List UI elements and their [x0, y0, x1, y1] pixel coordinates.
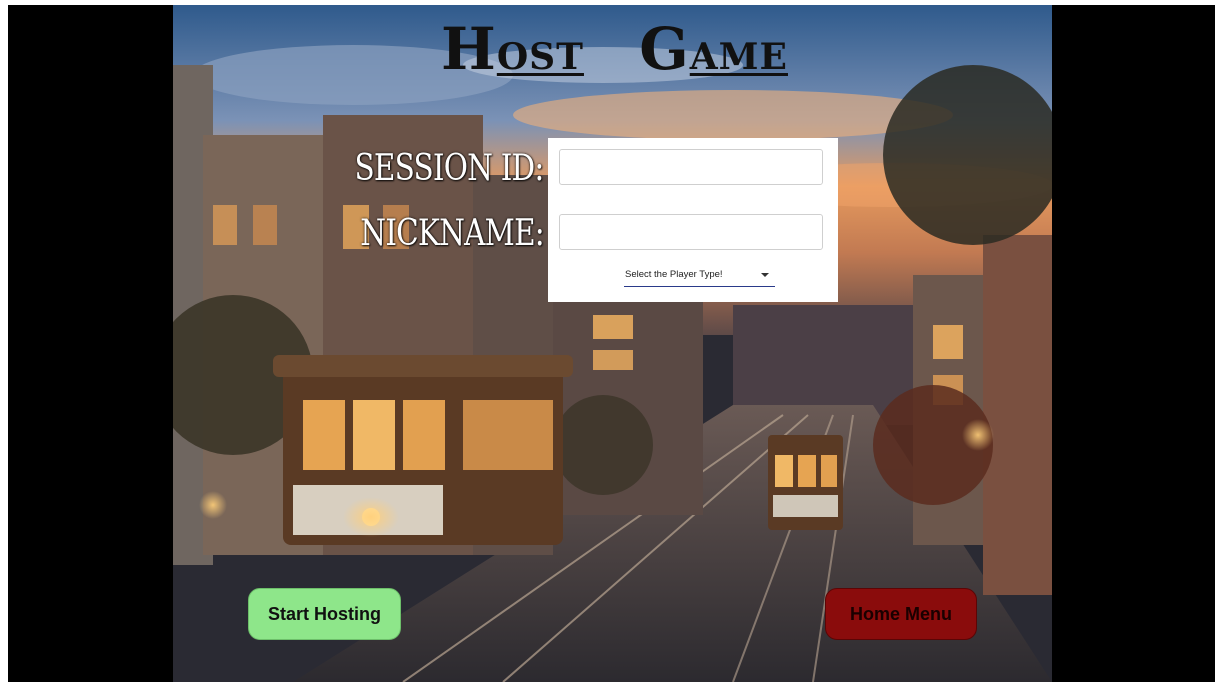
title-word-host: HOST	[441, 15, 584, 83]
player-type-select[interactable]: Select the Player Type!	[624, 266, 775, 287]
background-painting	[173, 5, 1052, 682]
title-word-game: GAME	[639, 15, 788, 83]
session-id-label: SESSION ID:	[354, 148, 545, 189]
session-id-input[interactable]	[559, 149, 823, 185]
form-panel: Select the Player Type!	[548, 138, 838, 302]
cable-car-back	[768, 435, 843, 530]
player-type-select-label: Select the Player Type!	[625, 269, 723, 280]
nickname-label: NICKNAME:	[360, 213, 544, 254]
cable-car-front	[273, 355, 573, 545]
host-game-screen: HOST GAME SESSION ID: NICKNAME: Select t…	[173, 5, 1052, 682]
nickname-input[interactable]	[559, 214, 823, 250]
page-title: HOST GAME	[441, 19, 787, 79]
caret-down-icon	[761, 273, 769, 277]
home-menu-button[interactable]: Home Menu	[825, 588, 977, 640]
start-hosting-button[interactable]: Start Hosting	[248, 588, 401, 640]
